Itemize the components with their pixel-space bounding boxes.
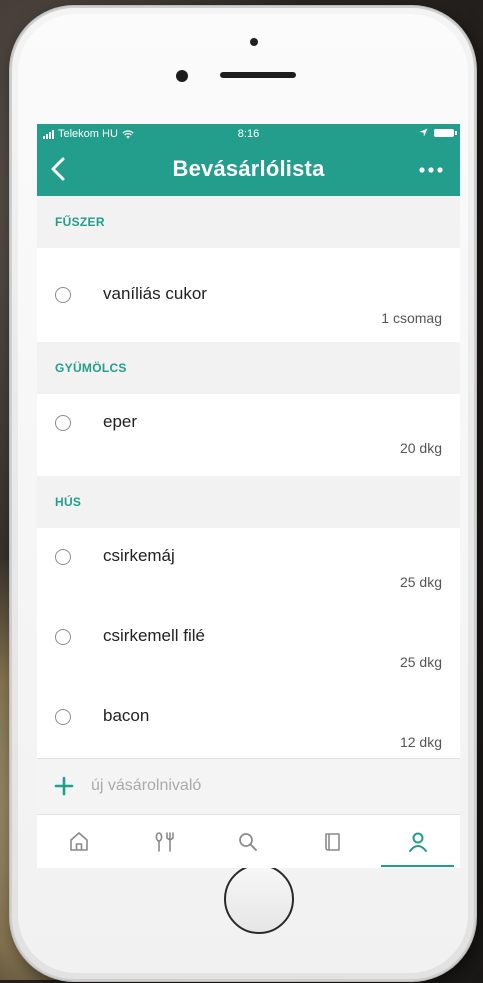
status-bar: Telekom HU 8:16 — [37, 124, 460, 144]
tab-recipes[interactable] — [122, 815, 207, 868]
section-header: GYÜMÖLCS — [37, 342, 460, 394]
list-item[interactable]: csirkemáj 25 dkg — [37, 528, 460, 608]
front-camera — [176, 70, 188, 82]
search-icon — [239, 833, 258, 851]
list-item[interactable]: csirkemell filé 25 dkg — [37, 608, 460, 688]
item-name: eper — [103, 412, 138, 431]
tab-search[interactable] — [206, 815, 291, 868]
home-button[interactable] — [224, 864, 294, 934]
tab-profile[interactable] — [375, 815, 460, 868]
item-quantity: 25 dkg — [399, 574, 442, 590]
item-checkbox[interactable] — [55, 709, 71, 725]
list-item[interactable]: bacon 12 dkg — [37, 688, 460, 768]
tab-home[interactable] — [37, 815, 122, 868]
item-quantity: 25 dkg — [399, 654, 442, 670]
item-quantity: 12 dkg — [399, 734, 442, 750]
earpiece-speaker — [220, 72, 296, 78]
section-header: HÚS — [37, 476, 460, 528]
add-item-input[interactable]: új vásárolnivaló — [91, 777, 201, 795]
item-name: bacon — [103, 706, 150, 725]
item-checkbox[interactable] — [55, 549, 71, 565]
item-name: csirkemell filé — [103, 626, 206, 645]
status-right — [419, 128, 457, 137]
item-checkbox[interactable] — [55, 415, 71, 431]
battery-icon — [434, 128, 457, 137]
status-time: 8:16 — [237, 128, 260, 140]
item-quantity: 1 csomag — [381, 310, 442, 326]
tab-bar — [37, 814, 460, 868]
add-item-row[interactable]: új vásárolnivaló — [37, 758, 460, 815]
location-icon — [419, 128, 428, 137]
nav-bar: Bevásárlólista — [37, 144, 460, 196]
profile-icon — [408, 832, 427, 852]
tab-book[interactable] — [291, 815, 376, 868]
section-header: FŰSZER — [37, 196, 460, 248]
item-checkbox[interactable] — [55, 629, 71, 645]
home-icon — [70, 832, 89, 851]
page-title: Bevásárlólista — [172, 156, 325, 181]
camera-dot — [250, 38, 258, 46]
book-icon — [325, 833, 340, 851]
recipes-icon — [155, 832, 174, 852]
item-checkbox[interactable] — [55, 287, 71, 303]
list-item[interactable]: eper 20 dkg — [37, 394, 460, 476]
item-quantity: 20 dkg — [399, 440, 442, 456]
more-horizontal-icon[interactable] — [416, 158, 446, 182]
item-name: csirkemáj — [103, 546, 175, 565]
shopping-list: FŰSZER vaníliás cukor 1 csomag GYÜMÖLCS … — [37, 196, 460, 768]
plus-icon[interactable] — [53, 775, 75, 797]
list-item[interactable]: vaníliás cukor 1 csomag — [37, 248, 460, 342]
app-screen: Telekom HU 8:16 Bevásárlólista FŰSZER va… — [37, 124, 460, 868]
item-name: vaníliás cukor — [103, 284, 207, 303]
